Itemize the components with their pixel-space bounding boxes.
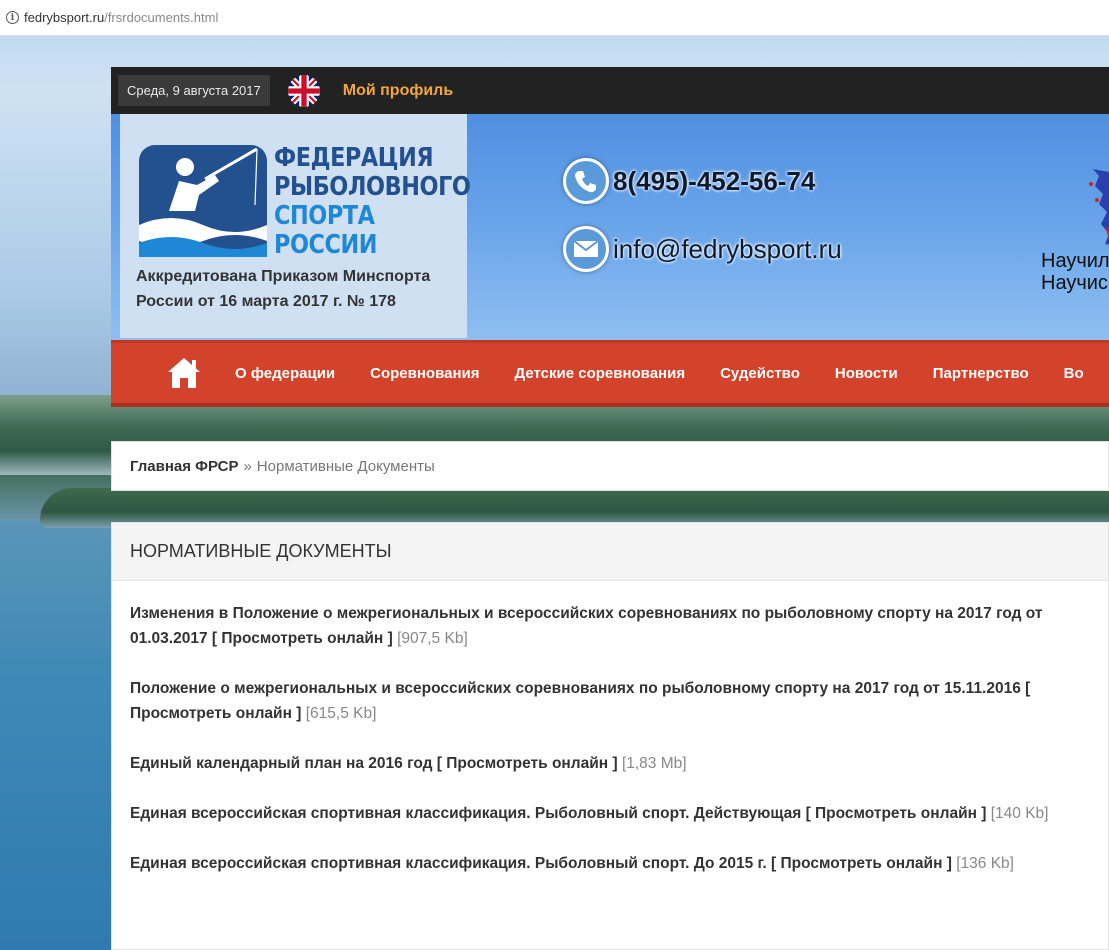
document-title-link[interactable]: Единый календарный план на 2016 год [130,755,432,772]
nav-item-judging[interactable]: Судейство [720,365,800,382]
document-title-link[interactable]: Единая всероссийская спортивная классифи… [130,855,767,872]
logo-line-3: СПОРТА [274,201,375,231]
breadcrumb-separator: » [243,457,252,475]
my-profile-link[interactable]: Мой профиль [343,82,453,100]
documents-list: Изменения в Положение о межрегиональных … [112,581,1108,876]
url-text[interactable]: fedrybsport.ru/frsrdocuments.html [24,10,218,25]
documents-panel-header: НОРМАТИВНЫЕ ДОКУМЕНТЫ [112,523,1108,581]
logo-line-4: РОССИИ [274,230,378,260]
documents-panel: НОРМАТИВНЫЕ ДОКУМЕНТЫ Изменения в Положе… [111,522,1109,950]
view-online-link[interactable]: [ Просмотреть онлайн ] [437,755,618,772]
slogan-line-1: Научил [1041,250,1109,272]
top-bar: Среда, 9 августа 2017 Мой профиль [111,67,1109,114]
document-size: [1,83 Mb] [621,755,687,772]
document-size: [140 Kb] [990,805,1049,822]
document-size: [136 Kb] [956,855,1014,872]
url-domain: fedrybsport.ru [24,10,105,25]
list-item: Единая всероссийская спортивная классифи… [130,851,1086,876]
email-contact[interactable]: info@fedrybsport.ru [563,226,842,272]
accreditation-line-1: Аккредитована Приказом Минспорта [136,268,431,285]
nav-item-more[interactable]: Во [1064,365,1084,382]
list-item: Единая всероссийская спортивная классифи… [130,801,1086,826]
federation-logo-text: ФЕДЕРАЦИЯ РЫБОЛОВНОГО СПОРТА РОССИИ [274,143,471,260]
list-item: Изменения в Положение о межрегиональных … [130,601,1086,651]
logo-panel: ФЕДЕРАЦИЯ РЫБОЛОВНОГО СПОРТА РОССИИ Аккр… [120,114,471,338]
list-item: Положение о межрегиональных и всероссийс… [130,676,1086,726]
document-size: [615,5 Kb] [305,705,377,722]
main-navigation: О федерации Соревнования Детские соревно… [111,340,1109,407]
site-header: ФЕДЕРАЦИЯ РЫБОЛОВНОГО СПОРТА РОССИИ Аккр… [111,114,1109,340]
nav-item-competitions[interactable]: Соревнования [370,365,479,382]
info-icon[interactable]: i [6,11,19,24]
url-path: /frsrdocuments.html [104,10,219,25]
accreditation-text: Аккредитована Приказом Минспорта России … [136,264,466,314]
email-icon [563,226,609,272]
email-address: info@fedrybsport.ru [613,233,842,264]
header-slogan: Научил Научись [1041,250,1109,294]
breadcrumb-home-link[interactable]: Главная ФРСР [130,458,238,475]
view-online-link[interactable]: [ Просмотреть онлайн ] [212,630,393,647]
list-item: Единый календарный план на 2016 год [ Пр… [130,751,1086,776]
accreditation-line-2: России от 16 марта 2017 г. № 178 [136,293,396,310]
document-title-link[interactable]: Единая всероссийская спортивная классифи… [130,805,801,822]
uk-flag-icon[interactable] [287,74,320,107]
logo-line-2: РЫБОЛОВНОГО [274,172,471,202]
view-online-link[interactable]: [ Просмотреть онлайн ] [806,805,987,822]
phone-icon [563,158,609,204]
federation-logo-icon[interactable] [139,145,267,262]
nav-item-news[interactable]: Новости [835,365,898,382]
current-date: Среда, 9 августа 2017 [118,75,270,106]
nav-item-children-competitions[interactable]: Детские соревнования [514,365,685,382]
russia-map-icon [1079,164,1109,249]
phone-number: 8(495)-452-56-74 [613,165,816,196]
document-size: [907,5 Kb] [397,630,468,647]
view-online-link[interactable]: [ Просмотреть онлайн ] [771,855,952,872]
browser-address-bar[interactable]: i fedrybsport.ru/frsrdocuments.html [0,0,1109,36]
home-icon[interactable] [166,356,202,390]
nav-item-about[interactable]: О федерации [235,365,335,382]
page-title: НОРМАТИВНЫЕ ДОКУМЕНТЫ [130,541,392,561]
nav-item-partnership[interactable]: Партнерство [933,365,1029,382]
logo-line-1: ФЕДЕРАЦИЯ [274,143,434,173]
breadcrumb-current: Нормативные Документы [256,457,435,475]
slogan-line-2: Научись [1041,272,1109,294]
breadcrumb: Главная ФРСР » Нормативные Документы [111,441,1109,491]
phone-contact[interactable]: 8(495)-452-56-74 [563,158,815,204]
document-title-link[interactable]: Положение о межрегиональных и всероссийс… [130,680,1021,697]
